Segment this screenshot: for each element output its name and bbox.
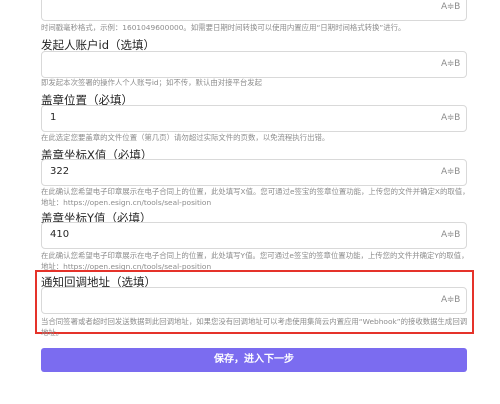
callback-url-help: 当合同签署或者超时回发送数据到此回调地址，如果您没有回调地址可以考虑使用集简云内… — [41, 317, 468, 337]
stamp-y-help: 在此确认您希望电子印章展示在电子合同上的位置，此处填写Y值。您可通过e签宝的签章… — [41, 251, 469, 271]
stamp-page-value: 1 — [50, 112, 57, 123]
variable-insert-icon[interactable]: A≑B — [441, 295, 460, 305]
timestamp-input[interactable]: A≑B — [41, 0, 467, 21]
variable-insert-icon[interactable]: A≑B — [441, 230, 460, 240]
stamp-y-input[interactable]: 410 A≑B — [41, 222, 467, 249]
form-page: A≑B 时间戳毫秒格式，示例：1601049600000。如需要日期时间转换可以… — [0, 0, 500, 404]
stamp-y-value: 410 — [50, 229, 70, 240]
callback-url-input[interactable]: A≑B — [41, 287, 467, 314]
stamp-x-input[interactable]: 322 A≑B — [41, 159, 467, 186]
save-next-button[interactable]: 保存，进入下一步 — [41, 348, 467, 372]
variable-insert-icon[interactable]: A≑B — [441, 167, 460, 177]
stamp-x-value: 322 — [50, 166, 70, 177]
timestamp-help: 时间戳毫秒格式，示例：1601049600000。如需要日期时间转换可以使用内置… — [41, 23, 406, 32]
variable-insert-icon[interactable]: A≑B — [441, 113, 460, 123]
variable-insert-icon[interactable]: A≑B — [441, 59, 460, 69]
initiator-id-input[interactable]: A≑B — [41, 51, 467, 78]
stamp-x-help: 在此确认您希望电子印章展示在电子合同上的位置，此处填写X值。您可通过e签宝的签章… — [41, 187, 470, 207]
stamp-page-help: 在此选定您要盖章的文件位置（第几页）请勿超过实际文件的页数，以免流程执行出错。 — [41, 133, 330, 142]
initiator-id-help: 即发起本次签署的操作人个人账号id；如不传，默认由对接平台发起 — [41, 78, 263, 87]
stamp-page-input[interactable]: 1 A≑B — [41, 105, 467, 132]
variable-insert-icon[interactable]: A≑B — [441, 2, 460, 12]
